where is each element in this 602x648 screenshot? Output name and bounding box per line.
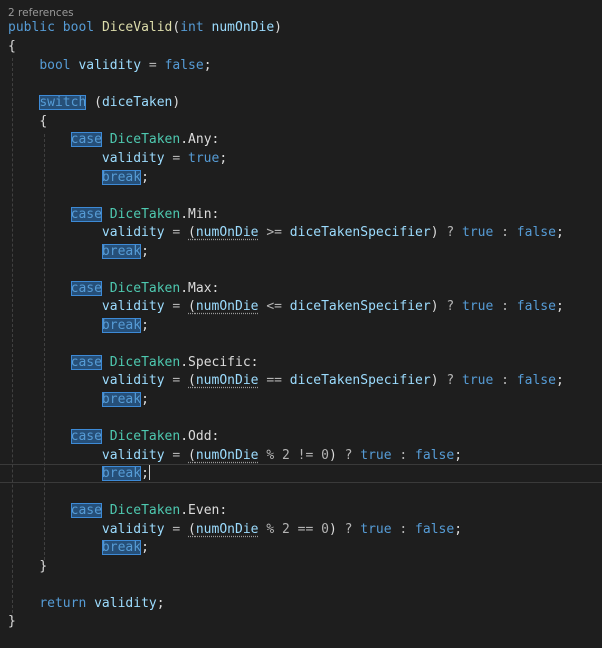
code-line: bool validity = false; <box>39 58 212 73</box>
text-caret <box>148 465 150 480</box>
codelens-references[interactable]: 2 references <box>8 6 74 20</box>
code-line: case DiceTaken.Any: <box>70 132 220 147</box>
code-line: case DiceTaken.Odd: <box>70 429 220 444</box>
code-line: public bool DiceValid(int numOnDie) <box>8 20 282 35</box>
code-line: } <box>8 614 16 629</box>
code-line: validity = (numOnDie % 2 != 0) ? true : … <box>101 448 463 463</box>
code-line: break; <box>101 244 149 259</box>
code-line: validity = (numOnDie <= diceTakenSpecifi… <box>101 299 564 314</box>
code-line: } <box>39 559 48 574</box>
code-line: validity = (numOnDie == diceTakenSpecifi… <box>101 373 564 388</box>
code-line: validity = (numOnDie % 2 == 0) ? true : … <box>101 522 463 537</box>
code-line: break; <box>101 392 149 407</box>
method-name: DiceValid <box>101 20 173 35</box>
indent-guide <box>44 134 45 560</box>
code-line: break; <box>101 540 149 555</box>
code-line: break; <box>101 465 150 481</box>
code-line: break; <box>101 170 149 185</box>
code-line: case DiceTaken.Min: <box>70 207 220 222</box>
code-line: case DiceTaken.Specific: <box>70 355 259 370</box>
code-editor[interactable]: 2 references public bool DiceValid(int n… <box>0 0 602 648</box>
code-line: return validity; <box>39 596 165 611</box>
code-line: { <box>8 39 16 54</box>
code-line: switch (diceTaken) <box>39 95 181 110</box>
code-line: { <box>39 114 48 129</box>
code-line: case DiceTaken.Even: <box>70 503 228 518</box>
code-line: break; <box>101 318 149 333</box>
code-line: case DiceTaken.Max: <box>70 281 220 296</box>
code-line: validity = true; <box>101 151 228 166</box>
code-line: validity = (numOnDie >= diceTakenSpecifi… <box>101 225 564 240</box>
